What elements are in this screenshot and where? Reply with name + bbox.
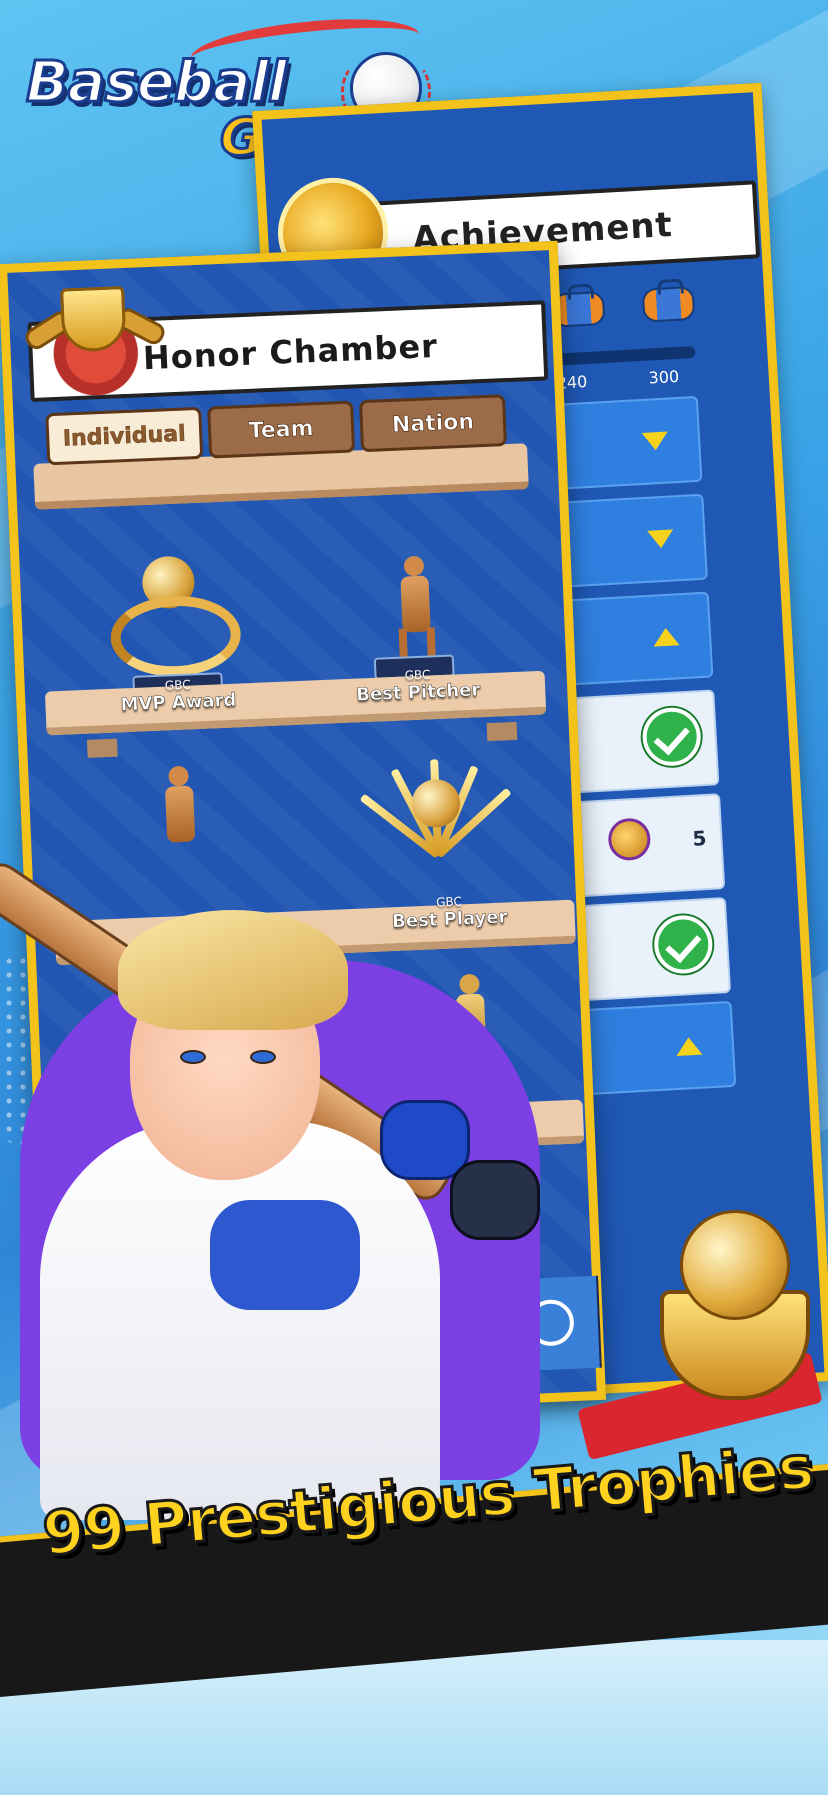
trophy-swirl-body [109, 593, 243, 679]
achievement-row[interactable] [564, 689, 720, 794]
collapse-arrow-icon[interactable] [652, 627, 680, 647]
trophy-label: GBC Best Pitcher [342, 665, 493, 706]
expand-arrow-icon[interactable] [647, 529, 675, 549]
figure-head [403, 555, 425, 577]
trophy-label: GBC MVP Award [103, 675, 254, 716]
logo-title: Baseball [24, 49, 288, 117]
tab-nation[interactable]: Nation [358, 394, 508, 453]
batting-glove [450, 1160, 540, 1240]
figure-head [168, 765, 189, 787]
achievement-row[interactable] [553, 493, 708, 588]
golden-baseball [680, 1210, 790, 1320]
player-eye [180, 1050, 206, 1064]
trophy-cup [60, 285, 127, 353]
progress-label: 300 [648, 366, 680, 388]
equipment-bag-icon [641, 285, 696, 323]
player-jersey [40, 1120, 440, 1520]
tab-team[interactable]: Team [207, 400, 356, 459]
tab-individual[interactable]: Individual [45, 406, 204, 466]
player-eye [250, 1050, 276, 1064]
medal-reward-icon [607, 817, 652, 862]
figure-body [400, 575, 431, 633]
achievement-row[interactable] [558, 591, 714, 686]
shelf-foot [486, 721, 518, 742]
player-sleeve [210, 1200, 360, 1310]
achievement-row[interactable] [547, 395, 703, 491]
golden-baseball-trophy [577, 1200, 823, 1461]
player-character [0, 820, 600, 1540]
honor-trophy-icon [21, 284, 168, 400]
reward-count: 5 [691, 826, 708, 851]
shelf-foot [86, 738, 118, 758]
collapse-arrow-icon[interactable] [675, 1036, 703, 1057]
batting-glove [380, 1100, 470, 1180]
checkmark-icon [652, 913, 714, 976]
checkmark-icon [641, 706, 703, 768]
expand-arrow-icon[interactable] [641, 431, 669, 451]
honor-chamber-title: Honor Chamber [142, 326, 439, 378]
player-hair [118, 910, 348, 1030]
achievement-row[interactable] [581, 1000, 737, 1096]
